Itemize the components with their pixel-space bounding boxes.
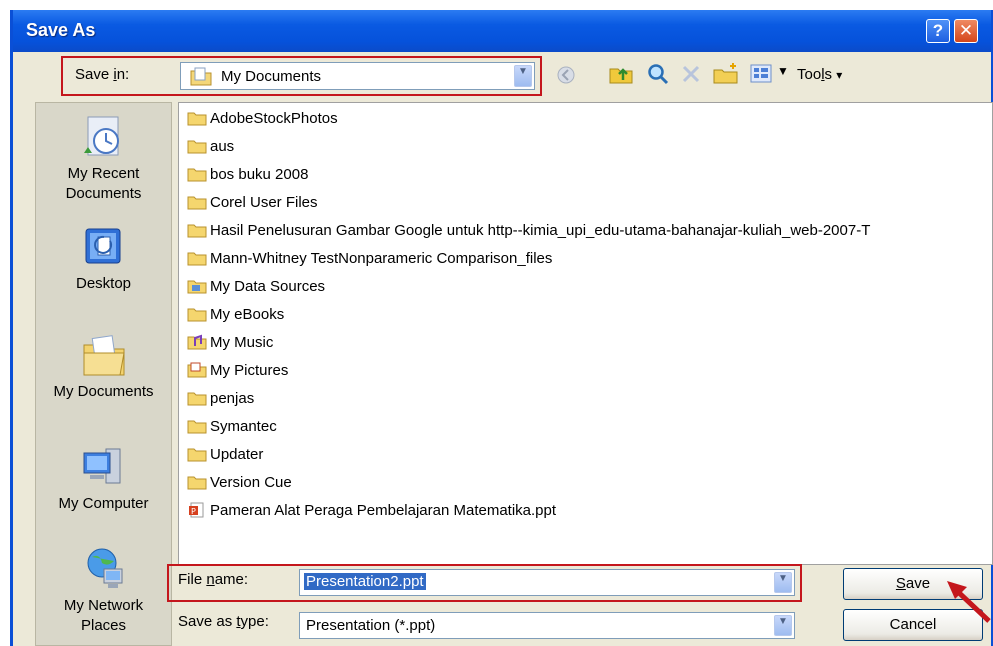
list-item[interactable]: Updater (187, 442, 263, 466)
savetype-label: Save as type: (178, 613, 269, 630)
list-item[interactable]: penjas (187, 386, 254, 410)
place-my-recent-documents[interactable]: My Recent Documents (36, 113, 171, 204)
pointer-arrow-icon (947, 581, 991, 623)
list-item[interactable]: My Music (187, 330, 273, 354)
back-icon[interactable] (556, 65, 576, 85)
list-item[interactable]: My Pictures (187, 358, 288, 382)
places-bar: My Recent Documents Desktop My Documents (35, 102, 172, 646)
search-web-icon[interactable] (647, 63, 669, 85)
place-desktop[interactable]: Desktop (36, 223, 171, 294)
list-item[interactable]: Mann-Whitney TestNonparameric Comparison… (187, 246, 552, 270)
pictures-folder-icon (187, 362, 207, 378)
filename-label: File name: (178, 571, 249, 588)
list-item[interactable]: aus (187, 134, 234, 158)
svg-text:P: P (191, 507, 196, 516)
my-computer-icon (83, 448, 120, 484)
folder-icon (187, 196, 207, 210)
list-item[interactable]: Corel User Files (187, 190, 318, 214)
file-list[interactable]: AdobeStockPhotos aus bos buku 2008 Corel… (178, 102, 993, 565)
up-one-level-icon[interactable] (609, 62, 633, 84)
filename-value: Presentation2.ppt (304, 573, 426, 590)
delete-icon[interactable] (681, 64, 701, 84)
my-documents-icon (83, 335, 125, 376)
place-my-network-places[interactable]: My Network Places (36, 545, 171, 636)
folder-icon (187, 448, 207, 462)
folder-icon (187, 308, 207, 322)
list-item[interactable]: AdobeStockPhotos (187, 106, 338, 130)
title-bar: Save As ? ✕ (13, 10, 991, 52)
folder-icon (187, 476, 207, 490)
folder-icon (187, 392, 207, 406)
list-item[interactable]: Symantec (187, 414, 277, 438)
list-item[interactable]: Version Cue (187, 470, 292, 494)
powerpoint-file-icon: P (189, 502, 204, 518)
music-folder-icon (187, 334, 207, 350)
save-in-dropdown[interactable]: My Documents ▼ (180, 62, 535, 90)
views-icon[interactable] (749, 62, 773, 84)
save-as-dialog: Save As ? ✕ Save in: My Documents ▼ ▼ To… (10, 10, 993, 646)
folder-icon (187, 420, 207, 434)
list-item[interactable]: My Data Sources (187, 274, 325, 298)
new-folder-icon[interactable] (713, 62, 739, 84)
help-button[interactable]: ? (926, 19, 950, 43)
place-my-computer[interactable]: My Computer (36, 443, 171, 514)
filename-field[interactable]: Presentation2.ppt ▼ (299, 569, 795, 596)
save-in-value: My Documents (221, 68, 322, 85)
tools-menu[interactable]: Tools ▾ (797, 66, 842, 83)
list-item[interactable]: bos buku 2008 (187, 162, 308, 186)
place-my-documents[interactable]: My Documents (36, 331, 171, 402)
list-item[interactable]: P Pameran Alat Peraga Pembelajaran Matem… (187, 498, 556, 522)
save-in-label: Save in: (75, 66, 130, 83)
chevron-down-icon[interactable]: ▼ (774, 615, 792, 636)
desktop-icon (85, 228, 120, 264)
list-item[interactable]: My eBooks (187, 302, 284, 326)
views-dropdown-arrow[interactable]: ▼ (777, 64, 789, 78)
list-item[interactable]: Hasil Penelusuran Gambar Google untuk ht… (187, 218, 870, 242)
dialog-title: Save As (26, 20, 96, 40)
my-documents-small-icon (190, 67, 212, 86)
chevron-down-icon[interactable]: ▼ (774, 572, 792, 593)
network-places-icon (87, 548, 122, 588)
folder-icon (187, 168, 207, 182)
folder-icon (187, 112, 207, 126)
chevron-down-icon[interactable]: ▼ (514, 65, 532, 87)
savetype-dropdown[interactable]: Presentation (*.ppt) ▼ (299, 612, 795, 639)
folder-icon (187, 224, 207, 238)
close-button[interactable]: ✕ (954, 19, 978, 43)
folder-icon (187, 252, 207, 266)
data-sources-folder-icon (187, 280, 207, 294)
folder-icon (187, 140, 207, 154)
savetype-value: Presentation (*.ppt) (306, 617, 436, 634)
recent-documents-icon (83, 116, 119, 156)
